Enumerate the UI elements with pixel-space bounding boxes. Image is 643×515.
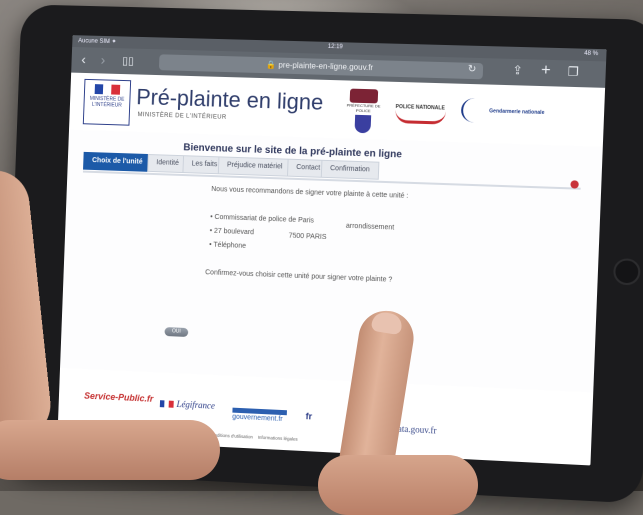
forward-icon[interactable]: › [100,52,105,68]
pp-label: PRÉFECTURE DE POLICE [346,102,381,114]
gouvernement-label: gouvernement.fr [232,413,283,424]
home-button[interactable] [612,258,641,286]
gendarmerie-label: Gendarmerie nationale [489,108,545,117]
gendarmerie-arc-icon [460,97,488,123]
url-text: 🔒 pre-plainte-en-ligne.gouv.fr [266,60,374,73]
site-title: Pré-plainte en ligne [135,84,324,115]
unit-address: • 27 boulevard [209,227,255,237]
pn-swoosh-icon [394,109,446,125]
new-tab-icon[interactable]: + [541,62,551,80]
footer-links: Conditions d'utilisation Informations lé… [209,432,298,441]
service-public-link[interactable]: Service-Public.fr [84,391,153,404]
tab-choix-unite[interactable]: Choix de l'unité [83,151,152,172]
legifrance-link[interactable]: Légifrance [159,398,216,411]
france-link[interactable]: fr [305,411,312,421]
confirm-question: Confirmez-vous choisir cette unité pour … [205,269,393,284]
share-icon[interactable]: ⇪ [512,63,523,77]
infos-legales-link[interactable]: Informations légales [258,435,298,442]
unit-arrondissement: arrondissement [345,222,395,232]
gendarmerie-logo[interactable]: Gendarmerie nationale [460,97,545,125]
back-icon[interactable]: ‹ [81,51,86,67]
logo-text: MINISTÈRE DE L'INTÉRIEUR [89,95,125,109]
ministry-logo[interactable]: MINISTÈRE DE L'INTÉRIEUR [82,78,132,126]
marianne-flag-icon [94,84,121,95]
tab-confirmation[interactable]: Confirmation [320,159,380,180]
legifrance-flag-icon [159,400,174,409]
bookmarks-icon[interactable]: ▯▯ [122,54,134,67]
recommend-text: Nous vous recommandons de signer votre p… [211,185,409,200]
prefecture-police-logo[interactable]: PRÉFECTURE DE POLICE [343,88,385,134]
unit-city: 7500 PARIS [288,232,327,242]
unit-name: • Commissariat de police de Paris [210,213,315,225]
battery-level: 48 % [583,50,599,58]
oui-button[interactable]: OUI [164,327,189,338]
reload-icon[interactable]: ↻ [468,64,477,75]
paris-shield-icon [354,114,372,134]
web-page: MINISTÈRE DE L'INTÉRIEUR Pré-plainte en … [57,72,606,466]
tablet-screen: Aucune SIM ✦ 12:19 48 % ‹ › ▯▯ 🔒 pre-pla… [57,35,607,466]
tab-prejudice[interactable]: Préjudice matériel [217,156,292,177]
police-nationale-logo[interactable]: POLICE NATIONALE [394,104,446,125]
unit-phone: • Téléphone [209,241,247,250]
right-hand [318,455,478,515]
site-subtitle: MINISTÈRE DE L'INTÉRIEUR [137,112,227,121]
legifrance-label: Légifrance [176,399,216,411]
pp-monogram-icon [349,88,379,104]
gouvernement-link[interactable]: gouvernement.fr [232,407,287,424]
tabs-icon[interactable]: ❐ [567,64,579,79]
left-hand-palm [0,420,220,480]
